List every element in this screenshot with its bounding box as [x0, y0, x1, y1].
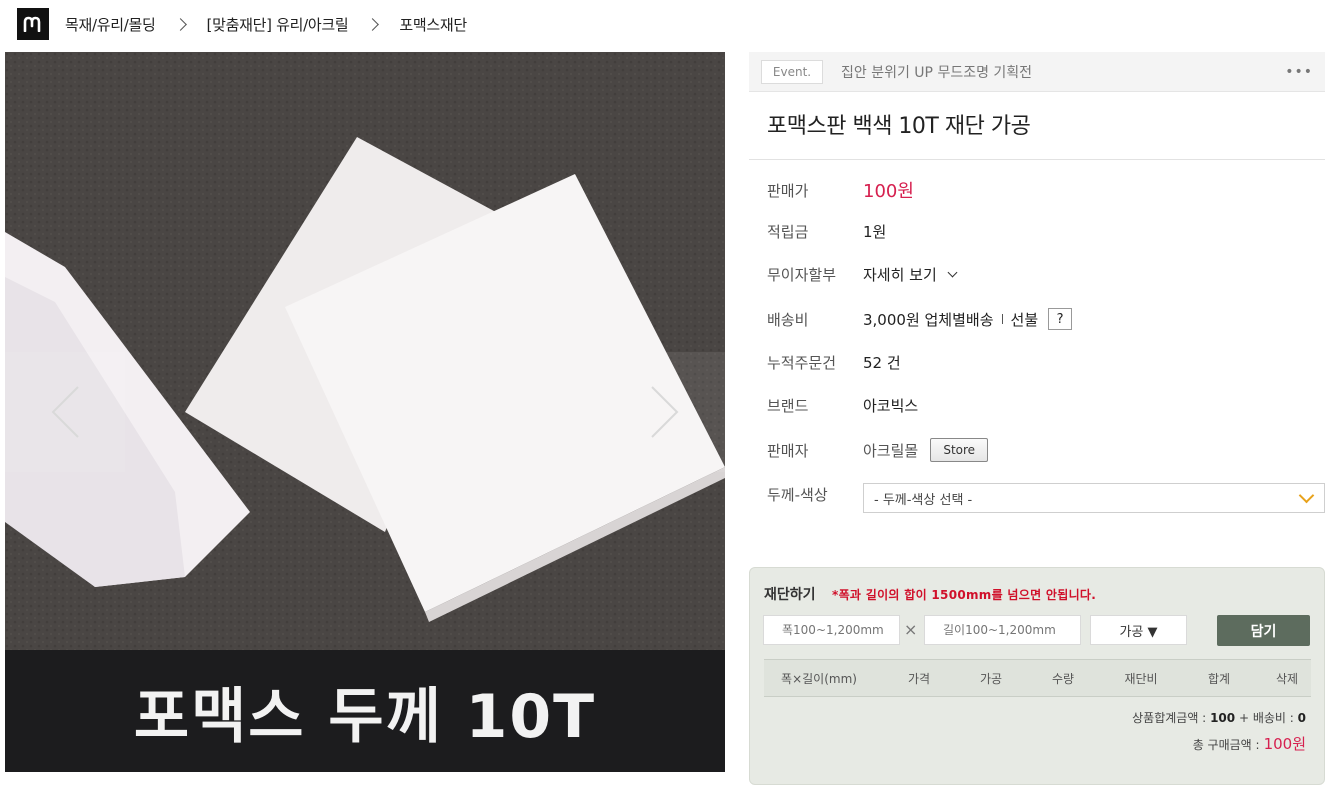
- more-options-icon[interactable]: •••: [1285, 64, 1313, 80]
- option-row: 두께-색상: [767, 484, 863, 505]
- orders-row: 누적주문건 52 건: [767, 352, 901, 373]
- price-row: 판매가 100원: [767, 177, 914, 203]
- event-badge: Event.: [761, 59, 823, 84]
- subtotal-line: 상품합계금액 : 100 + 배송비 : 0: [1132, 709, 1306, 726]
- add-to-list-button[interactable]: 담기: [1217, 615, 1310, 646]
- store-button[interactable]: Store: [930, 438, 989, 462]
- chevron-left-icon: [51, 386, 79, 438]
- chevron-right-icon: [651, 386, 679, 438]
- chevron-right-icon: [173, 17, 187, 31]
- column-header-process: 가공: [979, 672, 1003, 686]
- process-select[interactable]: 가공 ▼: [1090, 615, 1187, 645]
- shipping-help-button[interactable]: ?: [1048, 308, 1073, 330]
- brand-row: 브랜드 아코빅스: [767, 395, 918, 416]
- shipping-part-value: 0: [1297, 711, 1306, 725]
- seller-value: 아크릴몰 Store: [863, 438, 989, 462]
- image-caption-band: 포맥스 두께 10T: [5, 650, 725, 772]
- column-header-quantity: 수량: [1051, 672, 1075, 686]
- breadcrumb-item-current[interactable]: 포맥스재단: [399, 14, 467, 35]
- chevron-right-icon: [366, 17, 380, 31]
- price-value: 100원: [863, 181, 914, 202]
- cutting-note: *폭과 길이의 합이 1500mm를 넘으면 안됩니다.: [832, 588, 1097, 602]
- breadcrumb: 목재/유리/몰딩 [맞춤재단] 유리/아크릴 포맥스재단: [17, 8, 467, 40]
- m-logo-icon[interactable]: [17, 8, 49, 40]
- prev-image-button[interactable]: [5, 352, 125, 472]
- column-header-size: 폭×길이(mm): [781, 672, 857, 686]
- divider: [1001, 314, 1003, 324]
- shipping-part-label: + 배송비 :: [1238, 711, 1294, 725]
- price-label: 판매가: [767, 181, 809, 200]
- times-icon: ×: [904, 620, 918, 639]
- total-line: 총 구매금액 : 100원: [1193, 733, 1306, 754]
- shipping-label: 배송비: [767, 310, 809, 329]
- cutting-title: 재단하기: [764, 587, 816, 603]
- seller-row: 판매자 아크릴몰 Store: [767, 438, 989, 462]
- breadcrumb-item-category[interactable]: 목재/유리/몰딩: [65, 14, 156, 35]
- cutting-panel: 재단하기 *폭과 길이의 합이 1500mm를 넘으면 안됩니다. × 가공 ▼…: [749, 567, 1325, 785]
- product-title: 포맥스판 백색 10T 재단 가공: [767, 114, 1031, 139]
- points-row: 적립금 1원: [767, 221, 886, 242]
- shipping-value: 3,000원 업체별배송 선불 ?: [863, 308, 1073, 330]
- cutting-table-header: 폭×길이(mm) 가격 가공 수량 재단비 합계 삭제: [764, 659, 1311, 697]
- event-banner[interactable]: Event. 집안 분위기 UP 무드조명 기획전 •••: [749, 52, 1325, 92]
- column-header-delete: 삭제: [1275, 672, 1299, 686]
- breadcrumb-item-subcategory[interactable]: [맞춤재단] 유리/아크릴: [207, 14, 349, 35]
- seller-label: 판매자: [767, 441, 809, 460]
- brand-label: 브랜드: [767, 397, 809, 415]
- orders-label: 누적주문건: [767, 354, 837, 372]
- image-caption: 포맥스 두께 10T: [133, 681, 597, 752]
- seller-name[interactable]: 아크릴몰: [863, 440, 918, 461]
- column-header-cutting-fee: 재단비: [1124, 672, 1158, 686]
- installment-details-link[interactable]: 자세히 보기: [863, 264, 958, 285]
- orders-value: 52 건: [863, 354, 901, 372]
- total-label: 총 구매금액 :: [1192, 738, 1260, 752]
- chevron-down-icon: [947, 267, 958, 278]
- installment-label: 무이자할부: [767, 266, 837, 284]
- installment-row: 무이자할부 자세히 보기: [767, 264, 958, 285]
- column-header-price: 가격: [907, 672, 931, 686]
- total-value: 100원: [1263, 735, 1306, 753]
- chevron-down-icon: [1298, 487, 1315, 504]
- column-header-total: 합계: [1207, 672, 1231, 686]
- product-image: 포맥스 두께 10T: [5, 52, 725, 772]
- event-text[interactable]: 집안 분위기 UP 무드조명 기획전: [841, 62, 1032, 82]
- shipping-type: 선불: [1010, 310, 1039, 329]
- option-label: 두께-색상: [767, 486, 828, 504]
- length-input[interactable]: [924, 615, 1081, 645]
- points-label: 적립금: [767, 223, 809, 241]
- shipping-row: 배송비 3,000원 업체별배송 선불 ?: [767, 308, 1073, 330]
- brand-value[interactable]: 아코빅스: [863, 395, 918, 416]
- option-select[interactable]: - 두께-색상 선택 -: [863, 483, 1325, 513]
- installment-details-text: 자세히 보기: [863, 266, 937, 284]
- width-input[interactable]: [763, 615, 900, 645]
- subtotal-label: 상품합계금액 :: [1132, 711, 1207, 725]
- shipping-fee: 3,000원 업체별배송: [863, 310, 994, 329]
- points-value: 1원: [863, 223, 887, 241]
- divider: [749, 159, 1325, 160]
- next-image-button[interactable]: [605, 352, 725, 472]
- option-select-value: - 두께-색상 선택 -: [874, 492, 973, 508]
- subtotal-value: 100: [1210, 711, 1236, 725]
